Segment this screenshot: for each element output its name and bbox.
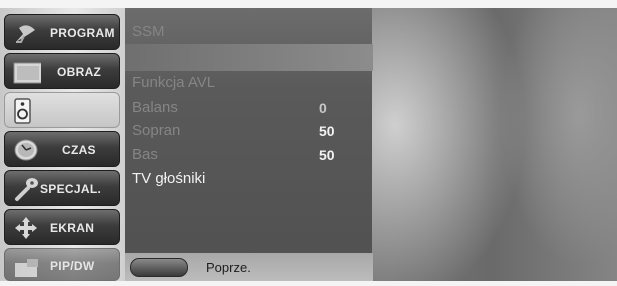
satellite-dish-icon: [16, 25, 35, 43]
option-ssm[interactable]: SSM: [132, 23, 165, 40]
menu-item-program[interactable]: PROGRAM: [4, 14, 120, 50]
submenu-selection-highlight: [125, 44, 373, 71]
menu-item-label: PIP/DW: [50, 259, 95, 273]
picture-frame-icon: [13, 62, 41, 84]
option-balance[interactable]: Balans: [132, 99, 178, 116]
menu-item-audio[interactable]: [4, 92, 120, 128]
menu-item-label: SPECJAL.: [40, 182, 102, 196]
menu-item-label: PROGRAM: [50, 26, 115, 40]
main-menu: PROGRAM OBRAZ CZAS SPECJAL. EKRAN PIP/DW: [0, 8, 124, 281]
menu-item-specjal[interactable]: SPECJAL.: [4, 170, 120, 206]
balance-value: 0: [319, 100, 327, 116]
bottom-border: [0, 281, 617, 286]
option-avl[interactable]: Funkcja AVL: [132, 74, 215, 91]
menu-item-pip[interactable]: PIP/DW: [4, 248, 120, 281]
key-icon: [15, 178, 38, 201]
treble-value: 50: [319, 123, 335, 139]
bass-value: 50: [319, 147, 335, 163]
move-arrows-icon: [15, 217, 37, 239]
menu-item-label: OBRAZ: [57, 65, 102, 79]
previous-menu-label: Poprze.: [206, 260, 251, 275]
speaker-icon: [14, 98, 31, 124]
option-tv-speakers[interactable]: TV głośniki: [132, 170, 205, 187]
menu-item-obraz[interactable]: OBRAZ: [4, 53, 120, 89]
pip-icon: [15, 259, 38, 277]
option-bass[interactable]: Bas: [132, 146, 158, 163]
option-treble[interactable]: Sopran: [132, 122, 180, 139]
previous-menu-button[interactable]: [130, 258, 188, 277]
menu-item-ekran[interactable]: EKRAN: [4, 209, 120, 245]
menu-item-label: EKRAN: [50, 221, 95, 235]
audio-submenu: SSM Funkcja AVL Balans 0 Sopran 50 Bas 5…: [124, 8, 373, 281]
top-border: [0, 0, 617, 8]
clock-icon: [14, 139, 38, 161]
menu-item-czas[interactable]: CZAS: [4, 131, 120, 167]
menu-item-label: CZAS: [62, 143, 96, 157]
